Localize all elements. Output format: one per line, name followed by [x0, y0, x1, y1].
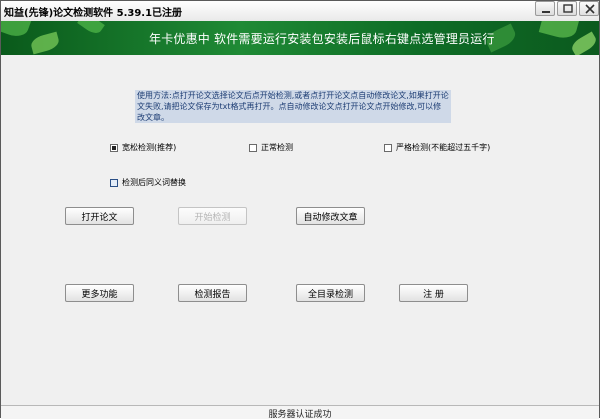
- minimize-icon: [542, 11, 550, 13]
- check-report-button[interactable]: 检测报告: [178, 284, 247, 302]
- checkbox-label: 严格检测(不能超过五千字): [396, 143, 491, 152]
- maximize-icon: [563, 4, 573, 13]
- mode-normal-checkbox[interactable]: 正常检测: [249, 142, 293, 153]
- leaf-decoration: [77, 21, 105, 37]
- checkbox-box[interactable]: [110, 143, 118, 152]
- window-controls: [535, 1, 599, 21]
- maximize-button[interactable]: [557, 1, 577, 16]
- full-catalog-check-button[interactable]: 全目录检测: [296, 284, 365, 302]
- mode-strict-checkbox[interactable]: 严格检测(不能超过五千字): [384, 142, 490, 153]
- close-button[interactable]: [579, 1, 599, 16]
- leaf-decoration: [569, 31, 599, 55]
- more-features-button[interactable]: 更多功能: [65, 284, 134, 302]
- window-title: 知益(先锋)论文检测软件 5.39.1已注册: [4, 8, 183, 19]
- status-bar: 服务器认证成功: [1, 405, 599, 420]
- leaf-decoration: [29, 31, 61, 55]
- promo-banner: 年卡优惠中 软件需要运行安装包安装后鼠标右键点选管理员运行: [1, 21, 599, 55]
- checkbox-box[interactable]: [110, 178, 118, 187]
- open-paper-button[interactable]: 打开论文: [65, 207, 134, 225]
- synonym-replace-checkbox[interactable]: 检测后同义词替换: [110, 177, 186, 188]
- leaf-decoration: [538, 21, 580, 42]
- checkbox-label: 宽松检测(推荐): [122, 143, 177, 152]
- title-bar: 知益(先锋)论文检测软件 5.39.1已注册: [1, 1, 599, 21]
- banner-text: 年卡优惠中 软件需要运行安装包安装后鼠标右键点选管理员运行: [149, 32, 495, 46]
- usage-instructions: 使用方法:点打开论文选择论文后点开始检测,或者点打开论文点自动修改论文,如果打开…: [135, 90, 451, 123]
- checkbox-label: 正常检测: [261, 143, 293, 152]
- leaf-decoration: [1, 21, 32, 41]
- auto-modify-button[interactable]: 自动修改文章: [296, 207, 365, 225]
- minimize-button[interactable]: [535, 1, 555, 16]
- status-text: 服务器认证成功: [268, 410, 332, 420]
- mode-loose-checkbox[interactable]: 宽松检测(推荐): [110, 142, 176, 153]
- app-window: 知益(先锋)论文检测软件 5.39.1已注册 年卡优惠中 软件需要运行安装包安装…: [0, 0, 600, 420]
- checkbox-box[interactable]: [249, 143, 257, 152]
- register-button[interactable]: 注 册: [399, 284, 468, 302]
- close-icon: [585, 4, 595, 14]
- checkbox-label: 检测后同义词替换: [122, 178, 186, 187]
- start-check-button[interactable]: 开始检测: [178, 207, 247, 225]
- checkbox-box[interactable]: [384, 143, 392, 152]
